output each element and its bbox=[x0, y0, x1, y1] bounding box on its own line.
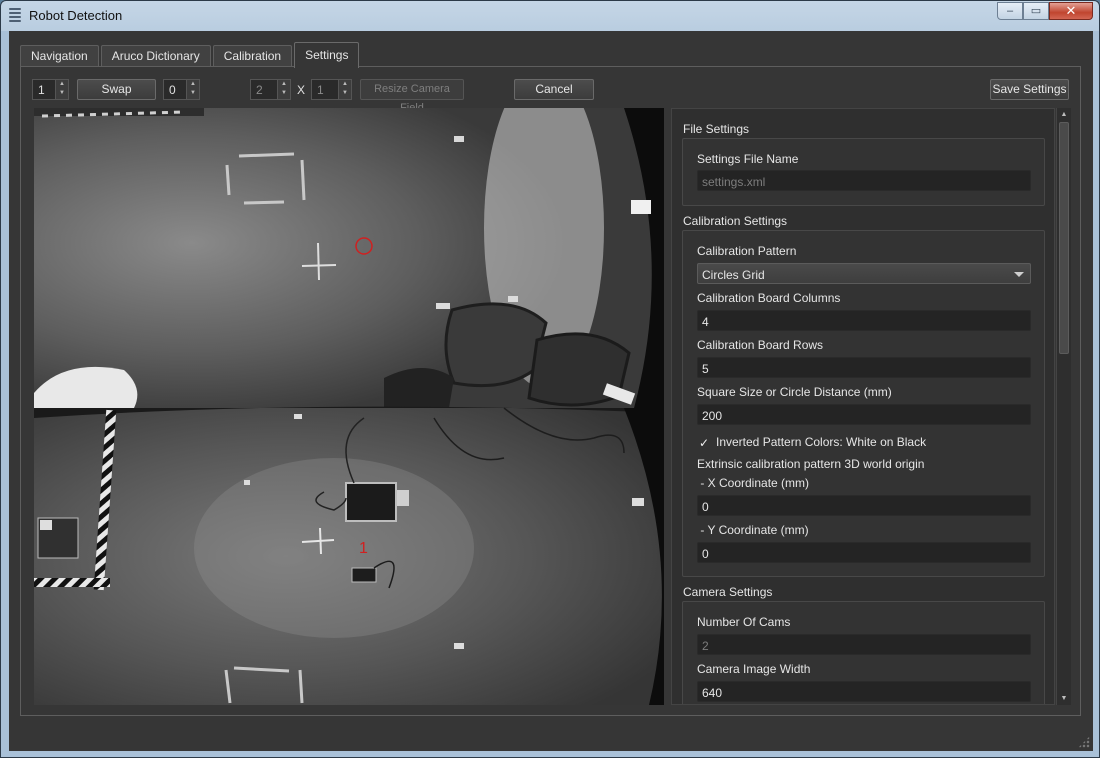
spin-up-icon[interactable]: ▲ bbox=[56, 80, 68, 89]
minimize-button[interactable]: ‒ bbox=[997, 2, 1023, 20]
settings-tab-panel: 1 ▲ ▼ Swap 0 ▲ ▼ 2 ▲ ▼ X 1 ▲ ▼ Resize Camera… bbox=[20, 66, 1081, 716]
resize-camera-field-button[interactable]: Resize Camera Field bbox=[360, 79, 464, 114]
board-rows-label: Calibration Board Rows bbox=[697, 338, 824, 352]
spin-arrows[interactable]: ▲ ▼ bbox=[186, 80, 199, 99]
number-of-cams-label: Number Of Cams bbox=[697, 615, 791, 629]
camera-image-width-field[interactable]: 640 bbox=[697, 681, 1031, 702]
tab-aruco-dictionary[interactable]: Aruco Dictionary bbox=[100, 45, 211, 67]
spin-down-icon[interactable]: ▼ bbox=[56, 89, 68, 98]
camera-view[interactable]: 1 bbox=[34, 108, 664, 705]
field-cols-spinbox[interactable]: 2 ▲ ▼ bbox=[250, 79, 291, 100]
y-coordinate-field[interactable]: 0 bbox=[697, 542, 1031, 563]
close-button[interactable]: ✕ bbox=[1049, 2, 1093, 20]
chevron-down-icon[interactable] bbox=[1014, 272, 1024, 277]
spin-arrows[interactable]: ▲ ▼ bbox=[338, 80, 351, 99]
scrollbar-thumb[interactable] bbox=[1059, 122, 1069, 354]
field-size-x-label: X bbox=[297, 83, 306, 97]
camera-settings-title: Camera Settings bbox=[683, 585, 773, 599]
camera-a-value: 1 bbox=[38, 83, 45, 97]
calibration-pattern-value: Circles Grid bbox=[702, 268, 765, 282]
board-columns-label: Calibration Board Columns bbox=[697, 291, 841, 305]
tab-settings[interactable]: Settings bbox=[294, 42, 360, 68]
tab-bar: Navigation Aruco Dictionary Calibration … bbox=[20, 42, 361, 68]
x-coordinate-field[interactable]: 0 bbox=[697, 495, 1031, 516]
file-settings-title: File Settings bbox=[683, 122, 750, 136]
tab-calibration[interactable]: Calibration bbox=[212, 45, 293, 67]
window-controls: ‒ ▭ ✕ bbox=[997, 2, 1093, 20]
number-of-cams-field[interactable]: 2 bbox=[697, 634, 1031, 655]
field-rows-value: 1 bbox=[317, 83, 324, 97]
spin-down-icon[interactable]: ▼ bbox=[339, 89, 351, 98]
app-icon bbox=[9, 8, 21, 24]
spin-arrows[interactable]: ▲ ▼ bbox=[277, 80, 290, 99]
x-coordinate-label: - X Coordinate (mm) bbox=[697, 476, 810, 490]
window-title: Robot Detection bbox=[29, 8, 123, 23]
spin-arrows[interactable]: ▲ ▼ bbox=[55, 80, 68, 99]
calibration-pattern-dropdown[interactable]: Circles Grid bbox=[697, 263, 1031, 284]
square-size-field[interactable]: 200 bbox=[697, 404, 1031, 425]
camera-a-spinbox[interactable]: 1 ▲ ▼ bbox=[32, 79, 69, 100]
settings-file-name-field[interactable]: settings.xml bbox=[697, 170, 1031, 191]
spin-down-icon[interactable]: ▼ bbox=[278, 89, 290, 98]
spin-up-icon[interactable]: ▲ bbox=[278, 80, 290, 89]
camera-feed-image: 1 bbox=[34, 108, 664, 705]
settings-file-name-label: Settings File Name bbox=[697, 152, 799, 166]
cancel-button[interactable]: Cancel bbox=[514, 79, 594, 100]
field-rows-spinbox[interactable]: 1 ▲ ▼ bbox=[311, 79, 352, 100]
board-columns-field[interactable]: 4 bbox=[697, 310, 1031, 331]
robot-marker-label: 1 bbox=[359, 540, 368, 557]
settings-scrollbar[interactable]: ▲ ▼ bbox=[1056, 108, 1071, 705]
main-window: Robot Detection ‒ ▭ ✕ Navigation Aruco D… bbox=[0, 0, 1100, 758]
spin-up-icon[interactable]: ▲ bbox=[187, 80, 199, 89]
inverted-pattern-checkbox-row[interactable]: ✓ Inverted Pattern Colors: White on Black bbox=[699, 435, 926, 449]
square-size-label: Square Size or Circle Distance (mm) bbox=[697, 385, 892, 399]
maximize-button[interactable]: ▭ bbox=[1023, 2, 1049, 20]
spin-up-icon[interactable]: ▲ bbox=[339, 80, 351, 89]
board-rows-field[interactable]: 5 bbox=[697, 357, 1031, 378]
spin-down-icon[interactable]: ▼ bbox=[187, 89, 199, 98]
y-coordinate-label: - Y Coordinate (mm) bbox=[697, 523, 809, 537]
upper-camera-frame bbox=[34, 108, 664, 408]
tab-navigation[interactable]: Navigation bbox=[20, 45, 99, 67]
scroll-up-icon[interactable]: ▲ bbox=[1057, 108, 1071, 121]
title-bar[interactable]: Robot Detection ‒ ▭ ✕ bbox=[1, 1, 1099, 31]
swap-button[interactable]: Swap bbox=[77, 79, 156, 100]
lower-camera-frame: 1 bbox=[34, 406, 664, 705]
client-area: Navigation Aruco Dictionary Calibration … bbox=[9, 31, 1093, 751]
camera-image-width-label: Camera Image Width bbox=[697, 662, 811, 676]
calibration-pattern-label: Calibration Pattern bbox=[697, 244, 797, 258]
camera-b-value: 0 bbox=[169, 83, 176, 97]
inverted-pattern-label: Inverted Pattern Colors: White on Black bbox=[716, 435, 927, 449]
scroll-down-icon[interactable]: ▼ bbox=[1057, 692, 1071, 705]
calibration-settings-title: Calibration Settings bbox=[683, 214, 788, 228]
save-settings-button[interactable]: Save Settings bbox=[990, 79, 1069, 100]
camera-b-spinbox[interactable]: 0 ▲ ▼ bbox=[163, 79, 200, 100]
settings-scroll-area[interactable]: File Settings Settings File Name setting… bbox=[671, 108, 1055, 705]
resize-grip-icon[interactable] bbox=[1078, 736, 1090, 748]
world-origin-label: Extrinsic calibration pattern 3D world o… bbox=[697, 457, 925, 471]
field-cols-value: 2 bbox=[256, 83, 263, 97]
checkmark-icon[interactable]: ✓ bbox=[699, 437, 710, 449]
